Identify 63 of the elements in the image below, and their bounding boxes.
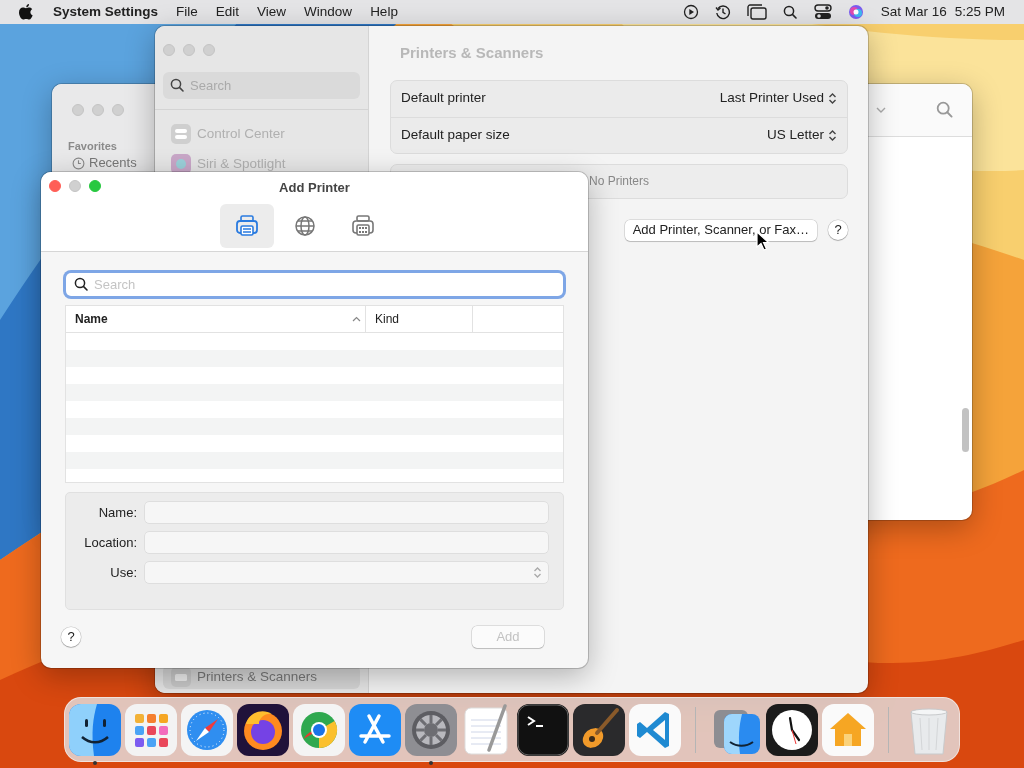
field-label: Name: xyxy=(97,503,137,522)
setting-label: Default printer xyxy=(401,89,486,108)
setting-label: Default paper size xyxy=(401,125,510,144)
app-menu[interactable]: System Settings xyxy=(44,1,168,23)
page-title: Printers & Scanners xyxy=(399,43,545,63)
menu-item[interactable]: File xyxy=(167,1,207,23)
prompt-icon[interactable] xyxy=(517,703,569,756)
face-icon[interactable] xyxy=(69,703,121,756)
orb-icon[interactable] xyxy=(847,4,864,20)
add-printer-button[interactable]: Add Printer, Scanner, or Fax… xyxy=(624,219,817,241)
sidebar-item[interactable]: Recents xyxy=(89,156,137,170)
sort-caret-icon xyxy=(352,316,361,322)
menu-clock[interactable]: 5:25 PM xyxy=(950,1,1014,23)
menu-item[interactable]: Help xyxy=(361,1,407,23)
help-button[interactable]: ? xyxy=(61,627,81,647)
chevron-icon xyxy=(828,92,837,105)
switches-icon xyxy=(171,124,191,144)
grid-icon[interactable] xyxy=(125,703,177,756)
a-shape-icon[interactable] xyxy=(349,703,401,756)
menu-item[interactable]: View xyxy=(248,1,296,23)
field-label: Location: xyxy=(83,533,137,552)
printer-icon xyxy=(351,213,375,238)
ribbon-icon[interactable] xyxy=(629,703,681,756)
window-button[interactable] xyxy=(89,180,101,192)
menu-item[interactable]: Edit xyxy=(206,1,249,23)
guitar-icon[interactable] xyxy=(573,703,625,756)
popup-button[interactable]: US Letter xyxy=(766,124,837,146)
search-icon[interactable] xyxy=(782,4,798,20)
help-button[interactable]: ? xyxy=(828,220,848,240)
sidebar-heading: Favorites xyxy=(68,140,118,153)
printer-icon xyxy=(235,213,259,238)
history-icon[interactable] xyxy=(714,4,731,20)
column-header[interactable]: Name xyxy=(66,306,366,332)
input-field[interactable] xyxy=(145,502,548,523)
play-icon[interactable] xyxy=(682,4,699,20)
orb-icon xyxy=(171,154,191,174)
switches-icon[interactable] xyxy=(813,4,832,20)
gear-icon[interactable] xyxy=(405,703,457,756)
input-field[interactable] xyxy=(145,532,548,553)
search-icon xyxy=(170,78,185,93)
search-field[interactable]: Search xyxy=(66,273,563,296)
window-button[interactable] xyxy=(49,180,61,192)
clock-icon[interactable] xyxy=(766,703,818,756)
popup-field[interactable] xyxy=(145,562,548,583)
apple-menu-icon[interactable] xyxy=(18,3,34,21)
search-icon xyxy=(74,277,89,292)
window-title: Add Printer xyxy=(279,180,350,195)
flame-icon[interactable] xyxy=(237,703,289,756)
windows-icon[interactable] xyxy=(746,4,767,20)
empty-message: No Printers xyxy=(589,173,649,190)
field-label: Use: xyxy=(109,563,137,582)
clock-icon xyxy=(72,156,85,170)
column-header[interactable]: Kind xyxy=(366,306,473,332)
chevron-icon[interactable] xyxy=(876,107,886,114)
toolbar-tab[interactable] xyxy=(220,203,274,248)
chevron-icon xyxy=(828,128,837,142)
scrollbar-thumb[interactable] xyxy=(962,408,969,452)
globe-icon xyxy=(294,214,316,237)
wheel-icon[interactable] xyxy=(293,703,345,756)
popup-button[interactable]: Last Printer Used xyxy=(719,88,837,109)
chevron-icon xyxy=(533,566,542,579)
menu-date[interactable]: Sat Mar 16 xyxy=(871,1,951,23)
menu-item[interactable]: Window xyxy=(295,1,362,23)
